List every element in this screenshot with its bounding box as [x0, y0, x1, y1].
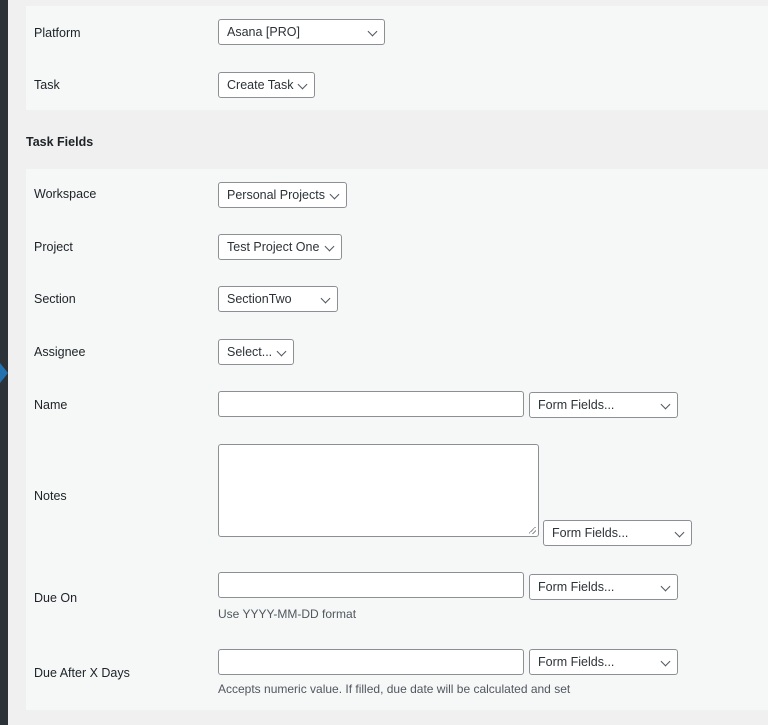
chevron-down-icon — [660, 656, 671, 667]
workspace-select[interactable]: Personal Projects — [218, 182, 347, 208]
due-on-hint: Use YYYY-MM-DD format — [218, 607, 357, 621]
due-after-form-fields-value: Form Fields... — [538, 655, 615, 669]
chevron-down-icon — [324, 241, 335, 252]
due-after-input[interactable] — [218, 649, 524, 675]
project-select-value: Test Project One — [227, 240, 320, 254]
task-select[interactable]: Create Task — [218, 72, 315, 98]
chevron-down-icon — [367, 26, 378, 37]
platform-select-value: Asana [PRO] — [227, 25, 300, 39]
due-on-input[interactable] — [218, 572, 524, 598]
due-after-label: Due After X Days — [34, 666, 130, 680]
assignee-select-value: Select... — [227, 345, 273, 359]
notes-label: Notes — [34, 489, 67, 503]
due-on-label: Due On — [34, 591, 78, 605]
chevron-down-icon — [674, 527, 685, 538]
due-after-form-fields-select[interactable]: Form Fields... — [529, 649, 678, 675]
task-label: Task — [34, 78, 60, 92]
project-select[interactable]: Test Project One — [218, 234, 342, 260]
name-input[interactable] — [218, 391, 524, 417]
chevron-down-icon — [660, 399, 671, 410]
workspace-select-value: Personal Projects — [227, 188, 325, 202]
chevron-down-icon — [660, 581, 671, 592]
sidebar-current-indicator-icon — [0, 363, 8, 383]
chevron-down-icon — [329, 189, 340, 200]
notes-form-fields-select[interactable]: Form Fields... — [543, 520, 692, 546]
chevron-down-icon — [297, 79, 308, 90]
due-on-form-fields-value: Form Fields... — [538, 580, 615, 594]
chevron-down-icon — [276, 346, 287, 357]
chevron-down-icon — [320, 293, 331, 304]
section-select[interactable]: SectionTwo — [218, 286, 338, 312]
project-label: Project — [34, 240, 73, 254]
name-label: Name — [34, 398, 68, 412]
name-form-fields-value: Form Fields... — [538, 398, 615, 412]
section-title: Task Fields — [26, 135, 94, 149]
due-on-form-fields-select[interactable]: Form Fields... — [529, 574, 678, 600]
assignee-select[interactable]: Select... — [218, 339, 294, 365]
section-select-value: SectionTwo — [227, 292, 292, 306]
section-label: Section — [34, 292, 76, 306]
platform-select[interactable]: Asana [PRO] — [218, 19, 385, 45]
workspace-label: Workspace — [34, 187, 97, 201]
resize-handle-icon[interactable] — [529, 527, 536, 534]
task-select-value: Create Task — [227, 78, 294, 92]
due-after-hint: Accepts numeric value. If filled, due da… — [218, 682, 571, 696]
notes-form-fields-value: Form Fields... — [552, 526, 629, 540]
platform-task-panel — [26, 6, 768, 110]
name-form-fields-select[interactable]: Form Fields... — [529, 392, 678, 418]
task-fields-panel — [26, 169, 768, 710]
assignee-label: Assignee — [34, 345, 86, 359]
notes-textarea[interactable] — [218, 444, 539, 537]
admin-sidebar-edge — [0, 0, 8, 725]
platform-label: Platform — [34, 26, 81, 40]
